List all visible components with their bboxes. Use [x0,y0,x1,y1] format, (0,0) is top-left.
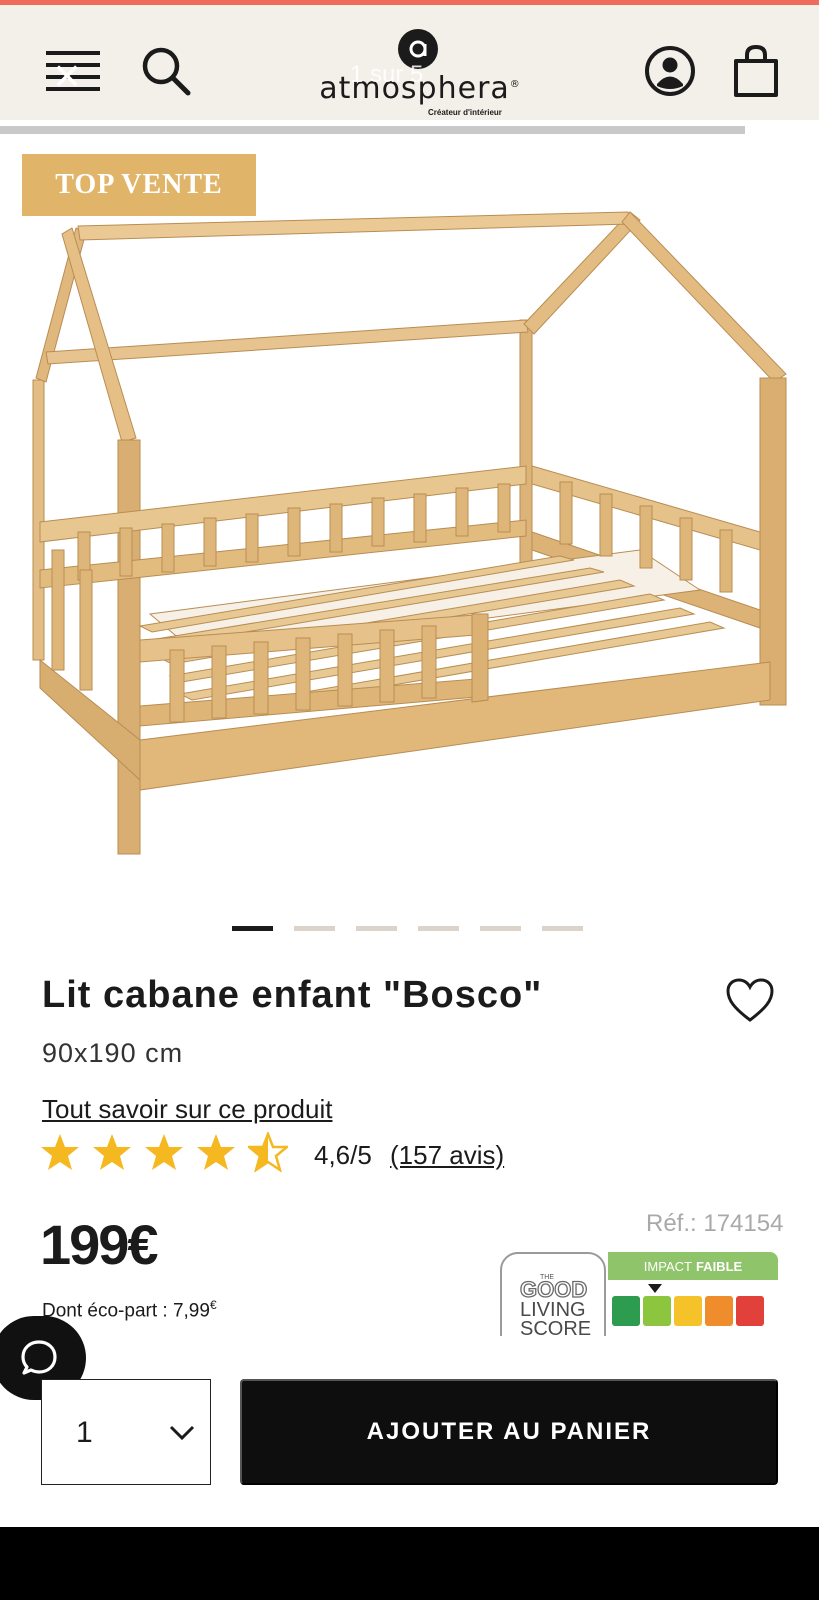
heart-icon [726,978,774,1022]
good-living-score-badge[interactable]: THE GOOD LIVING SCORE IMPACT FAIBLE [500,1252,778,1336]
logo-registered-mark: ® [509,79,521,90]
quantity-select[interactable]: 1 [41,1379,211,1485]
rating-stars [40,1132,288,1172]
star-full-icon [197,1134,235,1170]
impact-scale-segment [736,1296,764,1326]
eco-participation: Dont éco-part : 7,99€ [42,1298,217,1322]
eco-participation-currency: € [209,1298,217,1312]
impact-label-text: IMPACT [643,1258,692,1274]
gls-score-text: SCORE [520,1318,592,1336]
star-full-icon [145,1134,183,1170]
gls-living-text: LIVING [520,1299,586,1321]
gls-good-text: GOOD [519,1277,588,1302]
gallery-dot[interactable] [356,926,397,931]
impact-level: FAIBLE [695,1258,743,1274]
gallery-dot[interactable] [294,926,335,931]
star-full-icon [41,1134,79,1170]
impact-scale-segment [674,1296,702,1326]
product-image-house-bed[interactable] [0,140,819,900]
rating-score: 4,6/5 [314,1140,372,1170]
learn-more-link[interactable]: Tout savoir sur ce produit [42,1094,332,1125]
add-to-cart-button[interactable]: AJOUTER AU PANIER [240,1379,778,1485]
star-full-icon [93,1134,131,1170]
product-dimensions: 90x190 cm [42,1038,184,1068]
logo-tagline: Créateur d'intérieur [428,108,502,117]
search-icon [142,47,191,96]
product-price: 199€ [40,1213,159,1276]
favorite-button[interactable] [724,976,776,1024]
star-half-icon [248,1132,288,1172]
impact-scale-segment [612,1296,640,1326]
reviews-link[interactable]: (157 avis) [390,1140,504,1171]
impact-scale-segment [643,1296,671,1326]
search-button[interactable] [138,43,194,99]
impact-pointer-icon [648,1284,662,1293]
gallery-dot[interactable] [418,926,459,931]
gallery-progress-bar [0,126,745,134]
top-sale-badge: TOP VENTE [22,154,256,216]
gallery-dot[interactable] [542,926,583,931]
gallery-dot[interactable] [232,926,273,931]
quantity-value: 1 [76,1416,93,1449]
impact-label: IMPACT FAIBLE [608,1252,778,1280]
gallery-dot[interactable] [480,926,521,931]
good-living-score-logo: THE GOOD LIVING SCORE [500,1252,606,1336]
product-reference: Réf.: 174154 [646,1210,784,1237]
cart-button[interactable] [726,41,786,101]
chat-bubble-icon [21,1340,57,1375]
product-title: Lit cabane enfant "Bosco" [42,974,543,1016]
impact-scale [612,1296,764,1326]
site-header: ✕ atmosphera® 1 sur 5 Créateur d'intérie… [0,5,819,120]
system-navigation-bar [0,1527,819,1600]
account-icon [645,46,695,96]
chevron-down-icon [169,1425,195,1441]
brand-logo[interactable]: atmosphera® 1 sur 5 Créateur d'intérieur [300,27,540,119]
gallery-pagination [232,926,592,932]
impact-scale-segment [705,1296,733,1326]
cart-icon [734,44,778,97]
close-gallery-icon[interactable]: ✕ [52,60,82,96]
account-button[interactable] [640,41,700,101]
gallery-counter: 1 sur 5 [350,61,424,88]
eco-participation-label: Dont éco-part : 7,99 [42,1300,210,1322]
